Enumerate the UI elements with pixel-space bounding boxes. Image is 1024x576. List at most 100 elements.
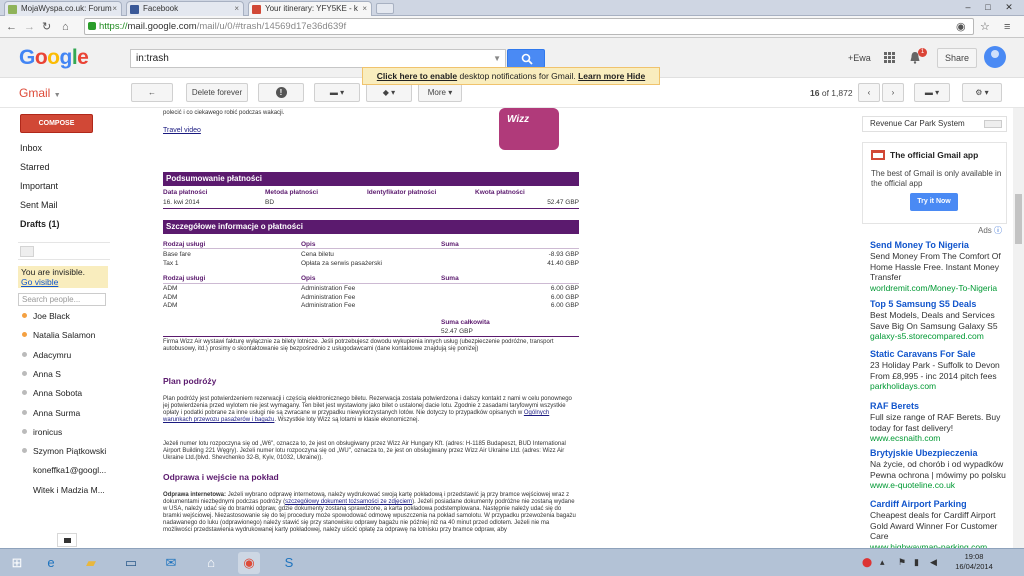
url-input[interactable]: https://mail.google.com/mail/u/0/#trash/…	[84, 18, 974, 35]
contact-item[interactable]: Anna S	[22, 369, 61, 379]
ad-url[interactable]: galaxy-s5.storecompared.com	[870, 331, 1010, 342]
internet-explorer-icon[interactable]: e	[40, 552, 62, 574]
mail-icon[interactable]: ✉	[160, 552, 182, 574]
home-icon[interactable]: ⌂	[200, 552, 222, 574]
forward-arrow-icon[interactable]: →	[24, 20, 35, 34]
maximize-icon[interactable]: □	[978, 0, 998, 14]
ad-headline[interactable]: Static Caravans For Sale	[870, 349, 1010, 360]
ad-item[interactable]: Brytyjskie Ubezpieczenia Na życie, od cho…	[870, 448, 1010, 491]
reload-icon[interactable]: ↻	[42, 20, 51, 34]
nav-drafts[interactable]: Drafts (1)	[20, 219, 60, 229]
move-to-button[interactable]: ▬ ▾	[314, 83, 360, 102]
revenue-car-park-box[interactable]: Revenue Car Park System	[862, 116, 1007, 132]
network-tray-icon[interactable]: ▮	[914, 557, 919, 568]
contact-item[interactable]: Joe Black	[22, 311, 70, 321]
video-icon[interactable]	[92, 246, 106, 257]
ad-item[interactable]: Static Caravans For Sale 23 Holiday Park …	[870, 349, 1010, 392]
ad-url[interactable]: www.ecsnaith.com	[870, 433, 1010, 444]
ad-headline[interactable]: RAF Berets	[870, 401, 1010, 412]
back-to-trash-button[interactable]: ←	[131, 83, 173, 102]
menu-icon[interactable]: ≡	[1004, 20, 1010, 34]
ad-headline[interactable]: Cardiff Airport Parking	[870, 499, 1010, 510]
desktop-icon[interactable]: ▭	[120, 552, 142, 574]
learn-more-link[interactable]: Learn more	[578, 71, 624, 81]
nav-starred[interactable]: Starred	[20, 162, 50, 172]
contact-item[interactable]: Anna Sobota	[22, 388, 82, 398]
search-button[interactable]	[507, 49, 545, 68]
hide-notice-link[interactable]: Hide	[627, 71, 645, 81]
browser-tab-facebook[interactable]: Facebook ×	[126, 1, 244, 16]
ad-url[interactable]: parkholidays.com	[870, 381, 1010, 392]
report-spam-button[interactable]: !	[258, 83, 304, 102]
chat-bubble-icon[interactable]	[57, 533, 77, 547]
ad-item[interactable]: Cardiff Airport Parking Cheapest deals fo…	[870, 499, 1010, 552]
contact-item[interactable]: Witek i Madzia M...	[22, 485, 105, 495]
try-it-now-button[interactable]: Try it Now	[910, 193, 958, 211]
scrollbar-thumb[interactable]	[1015, 194, 1022, 244]
gmail-menu[interactable]: Gmail ▼	[19, 86, 61, 100]
id-document-link[interactable]: szczegółowy dokument tożsamości ze zdjęc…	[285, 499, 412, 505]
delete-forever-button[interactable]: Delete forever	[186, 83, 248, 102]
older-button[interactable]: ›	[882, 83, 904, 102]
home-icon[interactable]: ⌂	[62, 20, 69, 34]
person-icon[interactable]	[20, 246, 34, 257]
go-visible-link[interactable]: Go visible	[21, 277, 58, 287]
status-dropdown-icon[interactable]	[38, 246, 52, 257]
ad-headline[interactable]: Send Money To Nigeria	[870, 240, 1010, 251]
close-tab-icon[interactable]: ×	[234, 2, 239, 15]
compose-button[interactable]: COMPOSE	[20, 114, 93, 133]
star-icon[interactable]: ☆	[980, 20, 990, 34]
ad-url[interactable]: www.e-quoteline.co.uk	[870, 480, 1010, 491]
close-tab-icon[interactable]: ×	[112, 2, 117, 15]
newer-button[interactable]: ‹	[858, 83, 880, 102]
contact-item[interactable]: Adacymru	[22, 350, 71, 360]
search-options-chevron-icon[interactable]: ▼	[493, 50, 501, 67]
file-explorer-icon[interactable]: ▰	[80, 552, 102, 574]
apps-grid-icon[interactable]	[884, 52, 895, 63]
ad-headline[interactable]: Top 5 Samsung S5 Deals	[870, 299, 1010, 310]
info-icon[interactable]: ⓘ	[994, 226, 1002, 235]
back-arrow-icon[interactable]: ←	[6, 20, 17, 34]
new-tab-button[interactable]	[376, 3, 394, 14]
flag-tray-icon[interactable]: ⚑	[898, 557, 906, 568]
input-tools-button[interactable]: ▬ ▾	[914, 83, 950, 102]
ad-item[interactable]: Top 5 Samsung S5 Deals Best Models, Deals…	[870, 299, 1010, 342]
page-scrollbar[interactable]	[1013, 108, 1024, 548]
contact-item[interactable]: Szymon Piątkowski	[22, 446, 106, 456]
nav-inbox[interactable]: Inbox	[20, 143, 42, 153]
contact-item[interactable]: Natalia Salamon	[22, 330, 95, 340]
minimize-icon[interactable]: –	[958, 0, 978, 14]
chrome-icon[interactable]: ◉	[238, 552, 260, 574]
box-toggle-icon[interactable]	[984, 120, 1002, 128]
nav-sent-mail[interactable]: Sent Mail	[20, 200, 58, 210]
skype-icon[interactable]: S	[278, 552, 300, 574]
windows-start-icon[interactable]: ⊞	[6, 552, 28, 574]
contact-item[interactable]: ironicus	[22, 427, 62, 437]
phone-icon[interactable]	[72, 246, 86, 257]
google-plus-user-link[interactable]: +Ewa	[848, 53, 871, 63]
eye-icon[interactable]: ◉	[956, 20, 966, 34]
enable-notifications-link[interactable]: Click here to enable	[377, 71, 457, 81]
volume-tray-icon[interactable]: ◀	[930, 557, 937, 568]
search-input[interactable]: in:trash ▼	[130, 49, 506, 68]
close-tab-icon[interactable]: ×	[362, 2, 367, 15]
close-window-icon[interactable]: ✕	[999, 0, 1019, 14]
avatar[interactable]	[984, 46, 1006, 68]
labels-button[interactable]: ◆ ▾	[366, 83, 412, 102]
antivirus-tray-icon[interactable]: ⬤	[862, 557, 872, 568]
settings-button[interactable]: ⚙ ▾	[962, 83, 1002, 102]
share-button[interactable]: Share	[937, 48, 977, 68]
system-clock[interactable]: 19:08 16/04/2014	[953, 552, 995, 572]
travel-video-link[interactable]: Travel video	[163, 127, 201, 134]
browser-tab-itinerary[interactable]: Your itinerary: YFY5KE - k ×	[248, 1, 372, 16]
contact-item[interactable]: Anna Surma	[22, 408, 80, 418]
more-button[interactable]: More ▾	[418, 83, 462, 102]
search-people-input[interactable]: Search people...	[18, 293, 106, 306]
ad-url[interactable]: worldremit.com/Money-To-Nigeria	[870, 283, 1010, 294]
google-logo[interactable]: Google	[19, 46, 89, 70]
tray-expand-icon[interactable]: ▴	[880, 557, 885, 568]
nav-important[interactable]: Important	[20, 181, 58, 191]
ad-headline[interactable]: Brytyjskie Ubezpieczenia	[870, 448, 1010, 459]
ad-item[interactable]: RAF Berets Full size range of RAF Berets.…	[870, 401, 1010, 444]
browser-tab-mojawyspa[interactable]: MojaWyspa.co.uk: Forum ×	[4, 1, 122, 16]
